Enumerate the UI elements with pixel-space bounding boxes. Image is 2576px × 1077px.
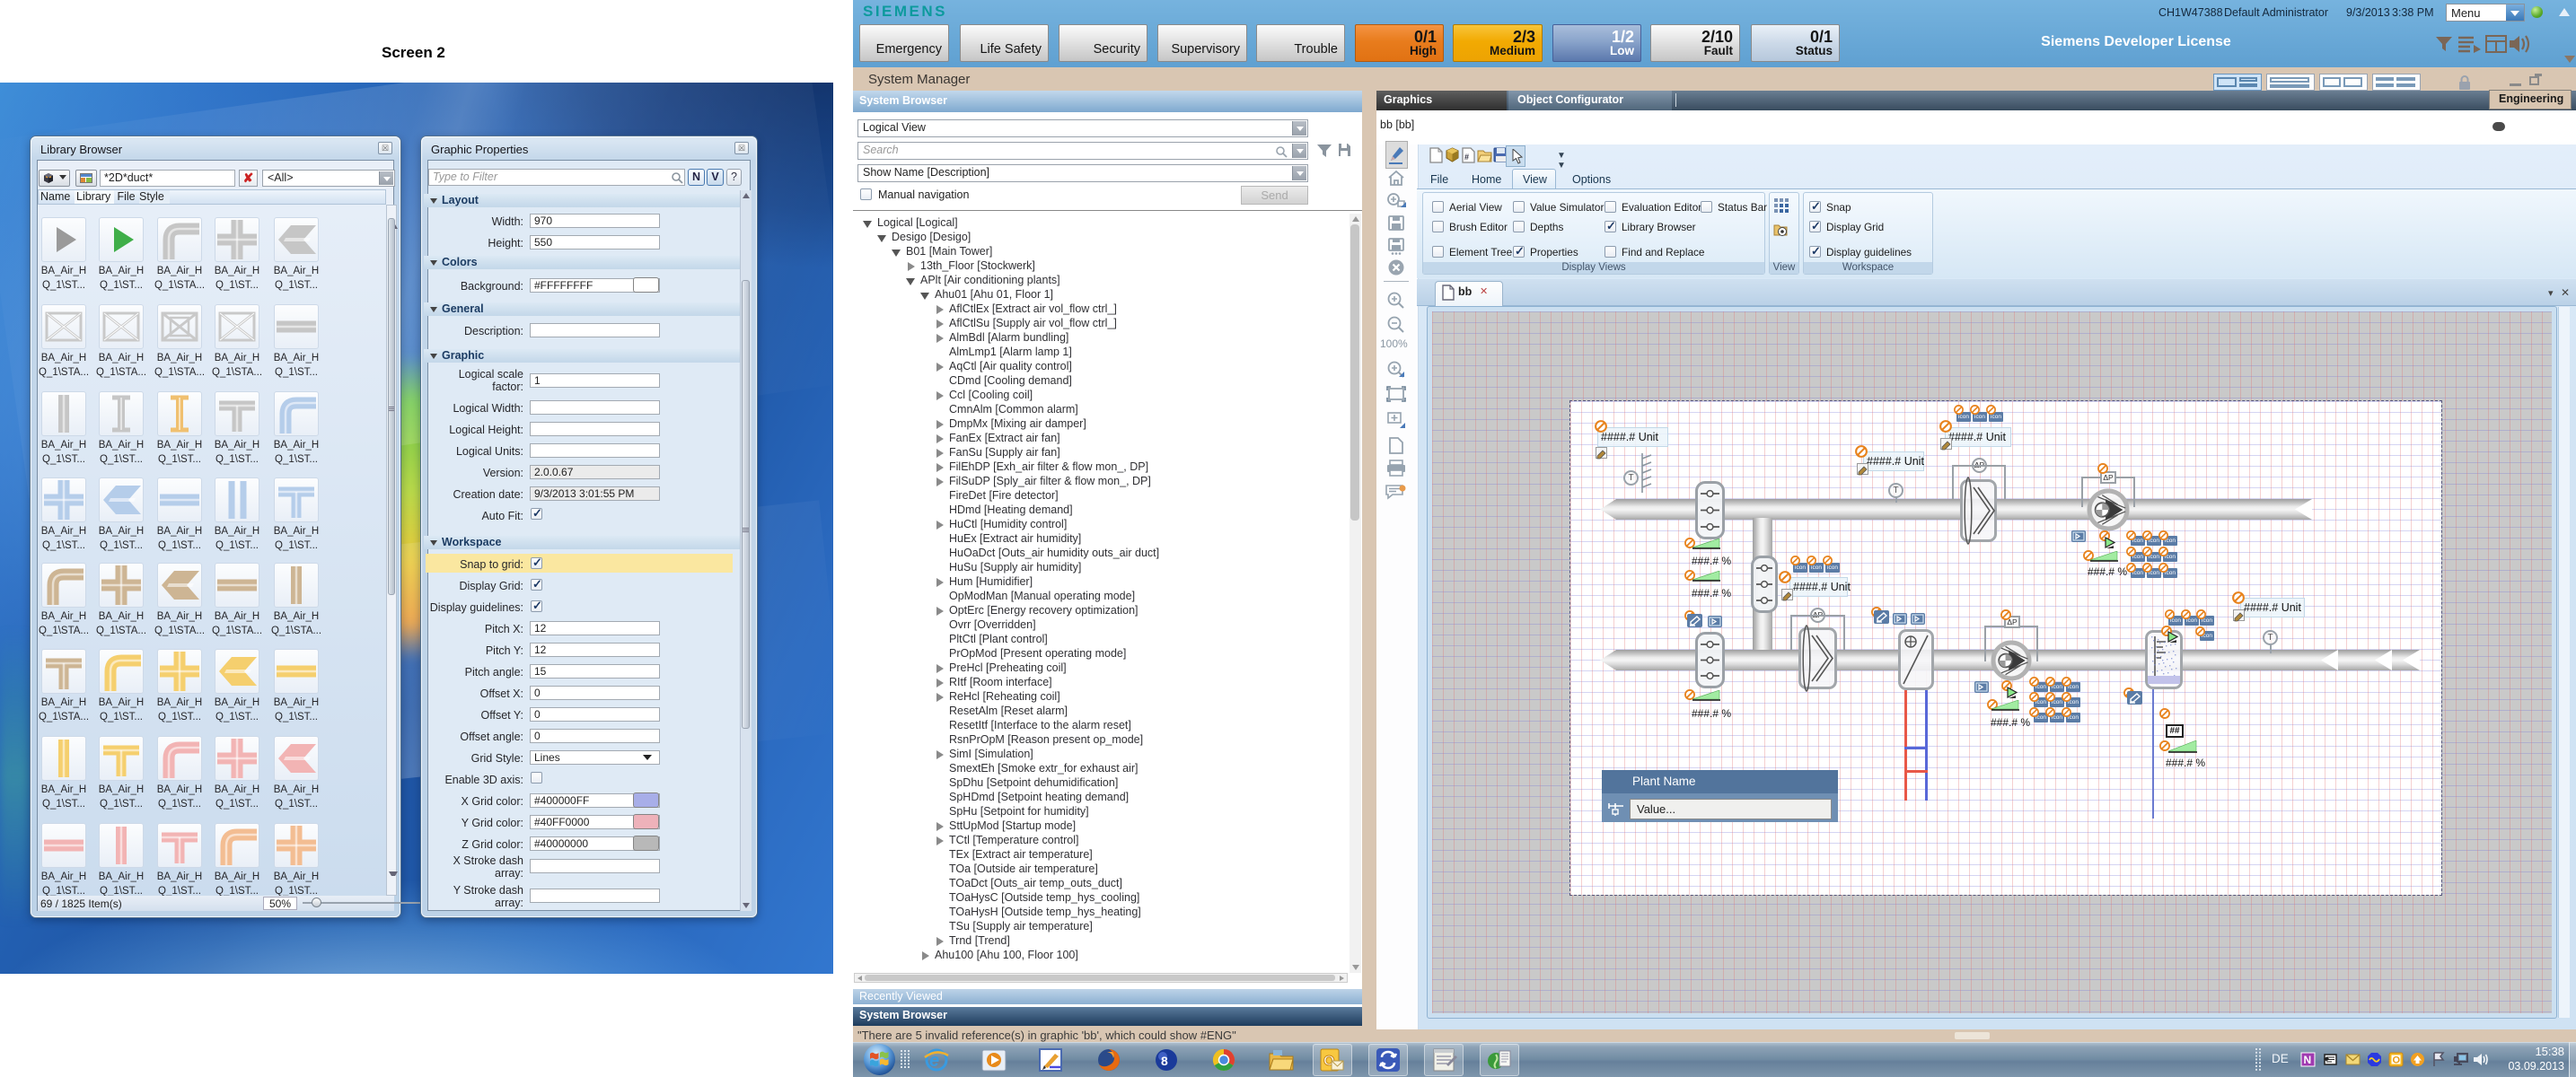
svg-text:8: 8 (1161, 1054, 1168, 1068)
svg-text:N: N (2304, 1054, 2312, 1066)
svg-text:O: O (2393, 1055, 2401, 1066)
svg-text:#: # (1464, 153, 1469, 162)
